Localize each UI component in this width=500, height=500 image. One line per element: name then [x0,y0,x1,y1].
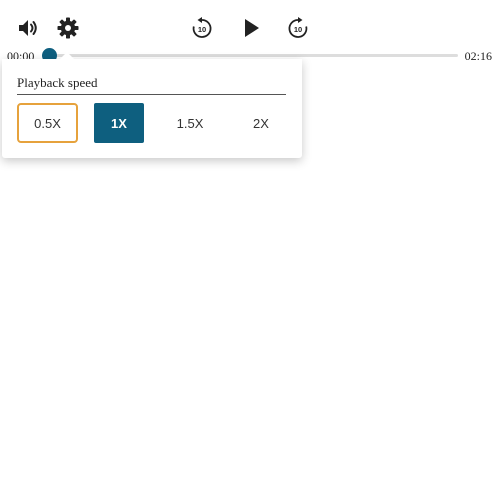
speed-option-1-5x[interactable]: 1.5X [165,103,215,143]
progress-bar[interactable] [48,54,458,57]
svg-text:10: 10 [198,25,206,34]
svg-text:10: 10 [294,25,302,34]
playback-speed-menu: Playback speed 0.5X 1X 1.5X 2X [2,52,302,158]
rewind-10-icon: 10 [190,16,214,40]
play-icon [239,16,263,40]
divider [17,94,286,95]
playback-speed-title: Playback speed [17,75,98,90]
gear-icon [56,16,80,40]
total-time: 02:16 [464,49,492,63]
volume-icon [16,16,40,40]
speed-option-0-5x[interactable]: 0.5X [17,103,78,143]
rewind-10-button[interactable]: 10 [188,14,216,42]
forward-10-button[interactable]: 10 [284,14,312,42]
forward-10-icon: 10 [286,16,310,40]
settings-button[interactable] [54,14,82,42]
speed-option-2x[interactable]: 2X [236,103,286,143]
play-button[interactable] [237,14,265,42]
speed-option-1x[interactable]: 1X [94,103,144,143]
volume-button[interactable] [14,14,42,42]
speed-options: 0.5X 1X 1.5X 2X [17,103,302,143]
